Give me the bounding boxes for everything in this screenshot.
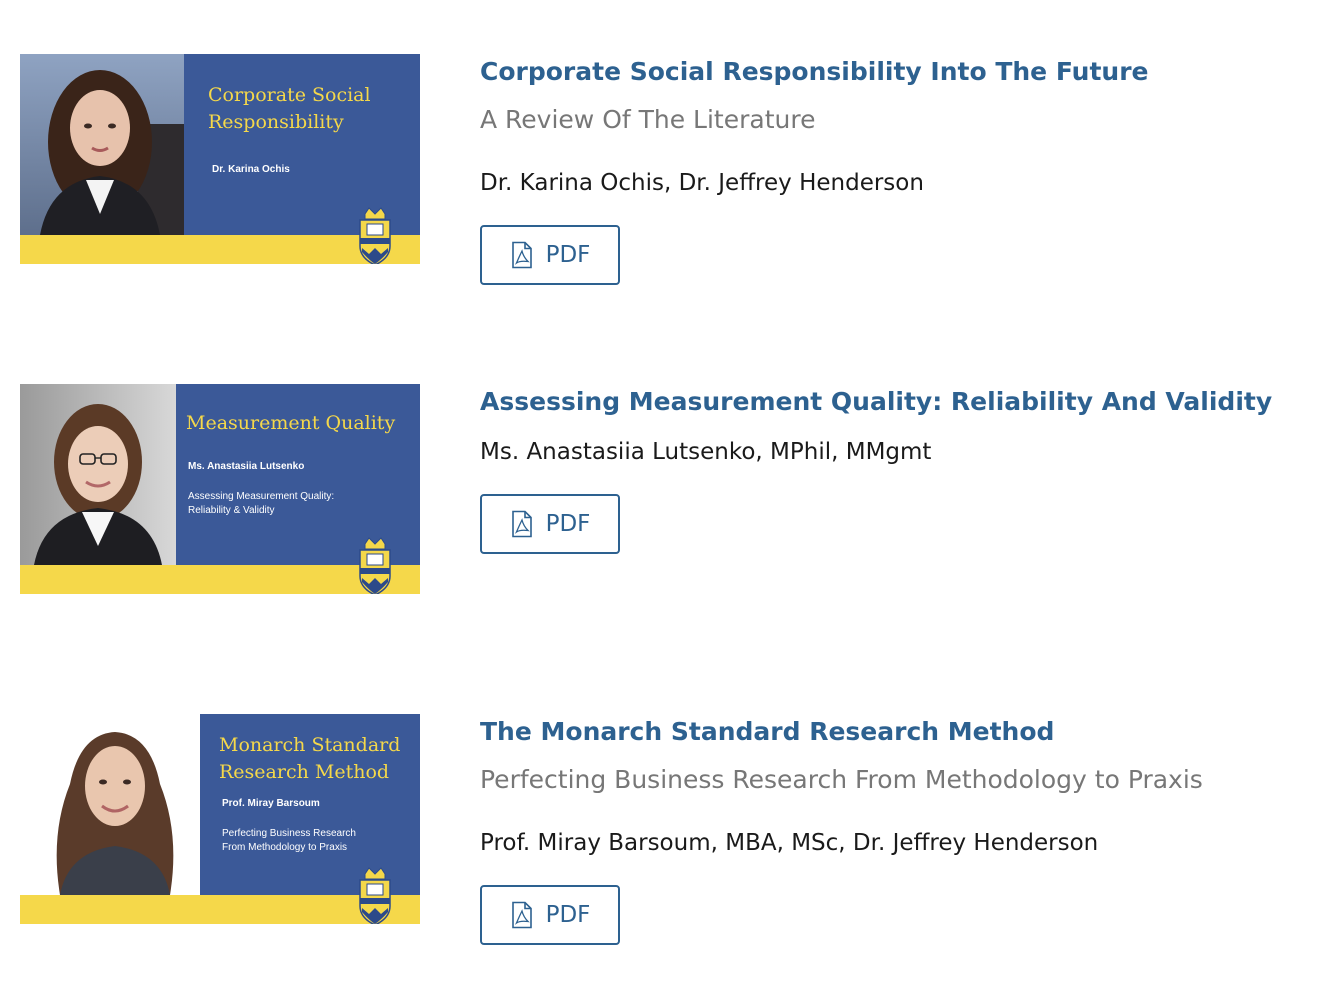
- publication-title[interactable]: Corporate Social Responsibility Into The…: [480, 57, 1149, 86]
- thumbnail-author: Ms. Anastasiia Lutsenko: [188, 461, 305, 472]
- publication-subtitle: A Review Of The Literature: [480, 105, 816, 134]
- thumbnail-title: Measurement Quality: [186, 412, 396, 434]
- thumbnail-author: Prof. Miray Barsoum: [222, 798, 320, 809]
- thumbnail-title: Corporate Social Responsibility: [208, 84, 371, 133]
- pdf-file-icon: [510, 241, 534, 269]
- publication-title[interactable]: Assessing Measurement Quality: Reliabili…: [480, 387, 1272, 416]
- thumbnail-subtitle: Perfecting Business Research From Method…: [222, 828, 356, 853]
- author-photo: [20, 54, 184, 235]
- publication-authors: Ms. Anastasiia Lutsenko, MPhil, MMgmt: [480, 439, 932, 465]
- pdf-button-label: PDF: [545, 242, 591, 268]
- thumbnail-title: Monarch Standard Research Method: [219, 734, 401, 783]
- thumbnail-author: Dr. Karina Ochis: [212, 164, 290, 175]
- pdf-file-icon: [510, 510, 534, 538]
- pdf-button-label: PDF: [545, 902, 591, 928]
- publication-authors: Dr. Karina Ochis, Dr. Jeffrey Henderson: [480, 170, 924, 196]
- publication-subtitle: Perfecting Business Research From Method…: [480, 765, 1203, 794]
- publication-thumbnail[interactable]: Corporate Social Responsibility Dr. Kari…: [20, 54, 420, 264]
- thumbnail-subtitle: Assessing Measurement Quality: Reliabili…: [188, 491, 335, 516]
- pdf-button[interactable]: PDF: [480, 885, 620, 945]
- pdf-button[interactable]: PDF: [480, 225, 620, 285]
- monarch-crest-icon: [357, 206, 393, 264]
- author-photo: [20, 714, 200, 895]
- pdf-file-icon: [510, 901, 534, 929]
- publication-thumbnail[interactable]: Monarch Standard Research Method Prof. M…: [20, 714, 420, 924]
- monarch-crest-icon: [357, 536, 393, 594]
- pdf-button[interactable]: PDF: [480, 494, 620, 554]
- author-photo: [20, 384, 176, 565]
- publication-thumbnail[interactable]: Measurement Quality Ms. Anastasiia Lutse…: [20, 384, 420, 594]
- publication-title[interactable]: The Monarch Standard Research Method: [480, 717, 1054, 746]
- publication-authors: Prof. Miray Barsoum, MBA, MSc, Dr. Jeffr…: [480, 830, 1099, 856]
- monarch-crest-icon: [357, 866, 393, 924]
- pdf-button-label: PDF: [545, 511, 591, 537]
